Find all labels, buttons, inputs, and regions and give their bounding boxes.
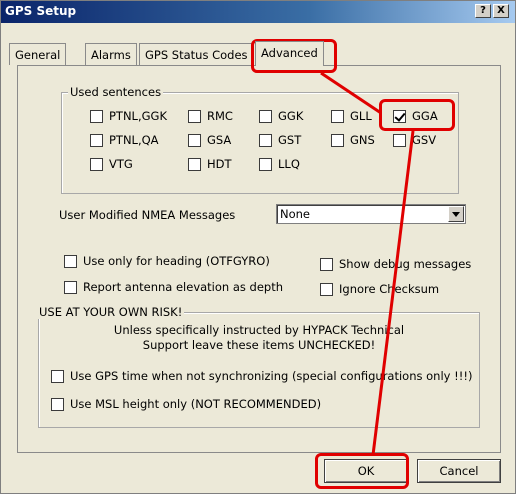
checkbox-label: GST: [278, 133, 302, 147]
checkbox-label: PTNL,QA: [109, 133, 159, 147]
checkbox-label: HDT: [207, 157, 232, 171]
checkbox-box-checked[interactable]: [393, 109, 406, 123]
nmea-label: User Modified NMEA Messages: [59, 208, 236, 222]
checkbox-gll[interactable]: GLL: [331, 109, 372, 123]
checkbox-box[interactable]: [188, 133, 201, 147]
ok-button[interactable]: OK: [324, 459, 408, 483]
checkbox-gsv[interactable]: GSV: [393, 133, 436, 147]
checkbox-label: Use GPS time when not synchronizing (spe…: [70, 369, 473, 383]
checkbox-label: VTG: [109, 157, 133, 171]
checkbox-box[interactable]: [90, 157, 103, 171]
checkbox-ignore-checksum[interactable]: Ignore Checksum: [320, 282, 439, 296]
tab-gps-status-codes[interactable]: GPS Status Codes: [139, 43, 254, 65]
checkbox-ptnl-ggk[interactable]: PTNL,GGK: [90, 109, 167, 123]
checkbox-label: GSV: [412, 133, 437, 147]
checkbox-box[interactable]: [64, 254, 77, 268]
window-title: GPS Setup: [5, 4, 77, 18]
checkbox-box[interactable]: [259, 133, 272, 147]
checkbox-label: GLL: [350, 109, 372, 123]
checkbox-label: GGK: [278, 109, 304, 123]
risk-legend: USE AT YOUR OWN RISK!: [37, 305, 185, 319]
used-sentences-group: Used sentences PTNL,GGK RMC GGK GLL GGA: [61, 85, 459, 194]
checkbox-label: GGA: [412, 109, 438, 123]
checkbox-use-only-heading[interactable]: Use only for heading (OTFGYRO): [64, 254, 270, 268]
checkbox-label: RMC: [207, 109, 233, 123]
title-bar: GPS Setup ? X: [1, 1, 515, 23]
nmea-dropdown[interactable]: None: [276, 204, 466, 224]
checkbox-box[interactable]: [259, 157, 272, 171]
checkbox-box[interactable]: [331, 109, 344, 123]
checkbox-box[interactable]: [51, 397, 64, 411]
checkbox-box[interactable]: [64, 280, 77, 294]
advanced-panel: Used sentences PTNL,GGK RMC GGK GLL GGA: [17, 65, 501, 453]
checkbox-label: Use MSL height only (NOT RECOMMENDED): [70, 397, 322, 411]
checkbox-label: PTNL,GGK: [109, 109, 167, 123]
checkbox-gst[interactable]: GST: [259, 133, 301, 147]
checkbox-box[interactable]: [188, 109, 201, 123]
checkbox-label: Use only for heading (OTFGYRO): [83, 254, 270, 268]
risk-group: USE AT YOUR OWN RISK! Unless specificall…: [37, 305, 480, 428]
checkbox-label: GNS: [350, 133, 375, 147]
checkbox-gga[interactable]: GGA: [393, 109, 438, 123]
checkbox-box[interactable]: [90, 109, 103, 123]
checkbox-box[interactable]: [393, 133, 406, 147]
risk-warning-line2: Support leave these items UNCHECKED!: [142, 338, 376, 352]
checkbox-box[interactable]: [90, 133, 103, 147]
checkbox-label: GSA: [207, 133, 232, 147]
checkbox-gns[interactable]: GNS: [331, 133, 375, 147]
checkbox-ggk[interactable]: GGK: [259, 109, 303, 123]
gps-setup-dialog: GPS Setup ? X General Alarms GPS Status …: [0, 0, 516, 494]
checkbox-gps-time[interactable]: Use GPS time when not synchronizing (spe…: [51, 369, 472, 383]
checkbox-vtg[interactable]: VTG: [90, 157, 133, 171]
checkbox-hdt[interactable]: HDT: [188, 157, 232, 171]
checkbox-report-elevation[interactable]: Report antenna elevation as depth: [64, 280, 283, 294]
help-icon[interactable]: ?: [475, 4, 491, 18]
checkbox-ptnl-qa[interactable]: PTNL,QA: [90, 133, 159, 147]
checkbox-label: Ignore Checksum: [339, 282, 440, 296]
checkbox-show-debug[interactable]: Show debug messages: [320, 257, 471, 271]
checkbox-box[interactable]: [259, 109, 272, 123]
tab-alarms[interactable]: Alarms: [85, 43, 137, 65]
tab-advanced[interactable]: Advanced: [255, 41, 324, 66]
tab-general[interactable]: General: [9, 43, 67, 65]
checkbox-box[interactable]: [188, 157, 201, 171]
used-sentences-legend: Used sentences: [68, 85, 164, 99]
nmea-dropdown-value: None: [280, 207, 311, 221]
chevron-down-icon[interactable]: [448, 206, 464, 222]
checkbox-box[interactable]: [320, 257, 333, 271]
checkbox-llq[interactable]: LLQ: [259, 157, 300, 171]
checkbox-box[interactable]: [51, 369, 64, 383]
checkbox-rmc[interactable]: RMC: [188, 109, 233, 123]
checkbox-box[interactable]: [320, 282, 333, 296]
checkbox-label: Show debug messages: [339, 257, 472, 271]
checkbox-label: LLQ: [278, 157, 300, 171]
close-icon[interactable]: X: [493, 4, 509, 18]
cancel-button[interactable]: Cancel: [417, 459, 501, 483]
checkbox-gsa[interactable]: GSA: [188, 133, 231, 147]
checkbox-box[interactable]: [331, 133, 344, 147]
risk-warning-line1: Unless specifically instructed by HYPACK…: [113, 323, 405, 337]
checkbox-msl-height[interactable]: Use MSL height only (NOT RECOMMENDED): [51, 397, 321, 411]
checkbox-label: Report antenna elevation as depth: [83, 280, 284, 294]
